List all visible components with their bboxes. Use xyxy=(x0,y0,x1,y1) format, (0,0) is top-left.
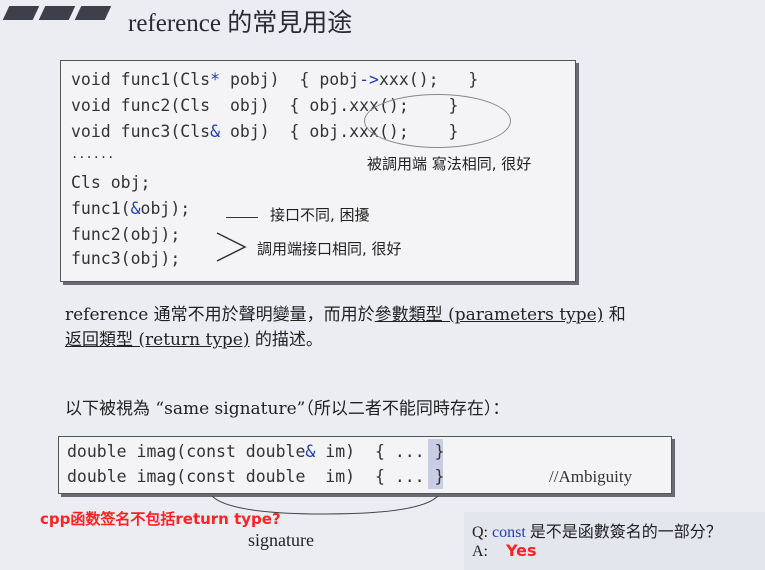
chevron-right-icon xyxy=(216,232,247,262)
pointer-line xyxy=(226,217,258,218)
code-box: void func1(Cls* pobj) { pobj->xxx(); } v… xyxy=(60,60,576,282)
code-line-decl: Cls obj; xyxy=(71,173,151,192)
paragraph-line-2: 返回類型 (return type) 的描述。 xyxy=(65,330,323,350)
signature-code-box: double imag(const double& im) { ... } do… xyxy=(58,436,672,494)
note-interface-diff: 接口不同, 困擾 xyxy=(270,206,370,224)
ambiguity-comment: //Ambiguity xyxy=(549,467,633,486)
same-signature-text: 以下被視為 “same signature”（所以二者不能同時存在）： xyxy=(65,399,510,419)
decoration-bar xyxy=(74,6,112,20)
decoration-bar xyxy=(38,6,76,20)
note-caller-same: 被調用端 寫法相同, 很好 xyxy=(367,155,532,173)
code-line-call3: func3(obj); xyxy=(71,249,181,268)
answer: A: Yes xyxy=(472,541,537,560)
code-ellipsis: ...... xyxy=(71,147,115,161)
qa-box: Q: const 是不是函數簽名的一部分？ A: Yes xyxy=(464,512,765,570)
slide-title: reference 的常見用途 xyxy=(128,10,353,37)
signature-label: signature xyxy=(248,530,314,550)
note-caller-interface-same: 調用端接口相同, 很好 xyxy=(257,240,402,258)
code-line-call2: func2(obj); xyxy=(71,225,181,244)
title-decoration xyxy=(2,6,112,20)
decoration-bar xyxy=(2,6,40,20)
code-line-call1: func1(&obj); xyxy=(71,199,191,218)
sig-line-1: double imag(const double& im) { ... } xyxy=(67,442,445,461)
highlight-ellipse xyxy=(364,94,511,148)
paragraph-line-1: reference 通常不用於聲明變量，而用於參數類型 (parameters … xyxy=(65,305,626,325)
cpp-note: cpp函数签名不包括return type? xyxy=(40,510,281,528)
sig-line-2: double imag(const double im) { ... } xyxy=(67,467,445,486)
question: Q: const 是不是函數簽名的一部分？ xyxy=(472,524,722,541)
code-line-func1: void func1(Cls* pobj) { pobj->xxx(); } xyxy=(71,70,479,89)
